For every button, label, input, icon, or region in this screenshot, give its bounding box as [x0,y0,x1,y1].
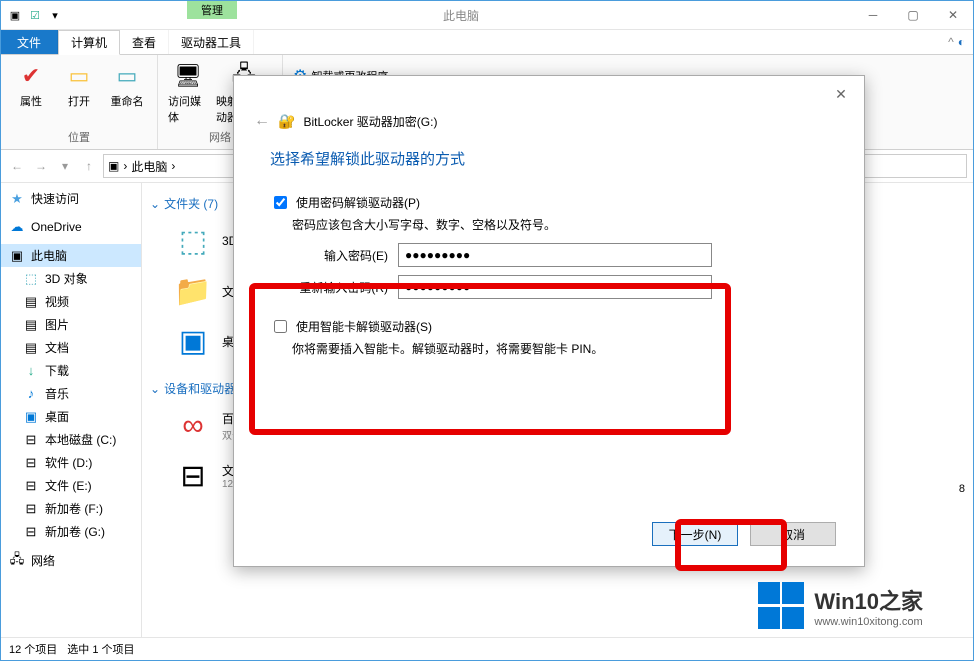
desktop-icon: ▣ [172,320,214,362]
watermark-brand: Win10之家 [814,584,923,616]
sidebar-item-video[interactable]: ▤视频 [1,290,141,313]
media-icon: 🖥 [174,61,202,91]
music-icon: ♪ [23,386,39,402]
tab-drivetools[interactable]: 驱动器工具 [169,30,254,54]
folder-icon: ⬚ [172,220,214,262]
rename-icon: ▭ [117,61,138,91]
open-icon: ▭ [69,61,90,91]
picture-icon: ▤ [23,317,39,333]
doc-icon: ▤ [23,340,39,356]
nav-recent[interactable]: ▾ [55,156,75,176]
nav-back[interactable]: ← [7,156,27,176]
unlock-smartcard-label[interactable]: 使用智能卡解锁驱动器(S) [296,318,432,335]
password-confirm-input[interactable] [398,275,712,299]
bitlocker-dialog: ✕ ← 🔐 BitLocker 驱动器加密(G:) 选择希望解锁此驱动器的方式 … [233,75,865,567]
status-selected: 选中 1 个项目 [67,641,134,657]
ribbon-group-network: 网络 [209,129,231,145]
minimize-button[interactable]: ─ [853,1,893,29]
download-icon: ↓ [23,363,39,379]
sidebar-item-onedrive[interactable]: ☁OneDrive [1,216,141,238]
drive-icon: ⊟ [23,524,39,540]
unlock-password-checkbox[interactable] [274,196,287,209]
password-label: 输入密码(E) [292,247,388,264]
divider-icon: ▾ [47,7,63,23]
sidebar-item-fdrive[interactable]: ⊟新加卷 (F:) [1,497,141,520]
drive-icon: ⊟ [23,455,39,471]
unlock-password-label[interactable]: 使用密码解锁驱动器(P) [296,194,420,211]
cloud-icon: ☁ [9,219,25,235]
desktop-icon: ▣ [23,409,39,425]
cube-icon: ⬚ [23,271,39,287]
dialog-back-icon[interactable]: ← [254,112,270,130]
watermark-url: www.win10xitong.com [814,616,923,628]
tab-view[interactable]: 查看 [120,30,169,54]
drive-icon: ⊟ [23,501,39,517]
sidebar-item-desktop[interactable]: ▣桌面 [1,405,141,428]
next-button[interactable]: 下一步(N) [652,522,738,546]
sidebar-item-3d[interactable]: ⬚3D 对象 [1,267,141,290]
folder-icon: 📁 [172,270,214,312]
sidebar: ★快速访问 ☁OneDrive ▣此电脑 ⬚3D 对象 ▤视频 ▤图片 ▤文档 … [1,183,142,643]
pc-icon: ▣ [9,248,25,264]
help-icon[interactable]: ◐ [958,35,965,49]
size-more: 8 [959,483,965,495]
sidebar-item-music[interactable]: ♪音乐 [1,382,141,405]
video-icon: ▤ [23,294,39,310]
ribbon-group-location: 位置 [68,129,90,145]
dialog-heading: 选择希望解锁此驱动器的方式 [270,148,828,169]
password-hint: 密码应该包含大小写字母、数字、空格以及符号。 [292,216,828,233]
status-count: 12 个项目 [9,641,57,657]
drive-icon: ⊟ [172,455,214,497]
cancel-button[interactable]: 取消 [750,522,836,546]
sidebar-item-gdrive[interactable]: ⊟新加卷 (G:) [1,520,141,543]
password-confirm-label: 重新输入密码(R) [292,279,388,296]
properties-icon: ✔ [22,61,40,91]
nav-fwd[interactable]: → [31,156,51,176]
windows-logo-icon [758,582,806,630]
sidebar-item-cdrive[interactable]: ⊟本地磁盘 (C:) [1,428,141,451]
tab-computer[interactable]: 计算机 [58,30,120,55]
ribbon-media[interactable]: 🖥访问媒体 [166,59,210,127]
ribbon-properties[interactable]: ✔属性 [9,59,53,111]
tab-manage[interactable]: 管理 [187,1,237,19]
sidebar-item-quick[interactable]: ★快速访问 [1,187,141,210]
tab-file[interactable]: 文件 [1,30,58,54]
pc-small-icon: ▣ [108,159,119,173]
drive-icon: ⊟ [23,432,39,448]
baidu-icon: ∞ [172,405,214,447]
dialog-title: BitLocker 驱动器加密(G:) [303,113,437,130]
drive-icon: ⊟ [23,478,39,494]
chevron-down-icon: ⌄ [150,197,160,211]
star-icon: ★ [9,191,25,207]
dialog-close-button[interactable]: ✕ [826,82,856,106]
sidebar-item-pictures[interactable]: ▤图片 [1,313,141,336]
smartcard-hint: 你将需要插入智能卡。解锁驱动器时，将需要智能卡 PIN。 [292,340,828,357]
sidebar-item-ddrive[interactable]: ⊟软件 (D:) [1,451,141,474]
unlock-smartcard-checkbox[interactable] [274,320,287,333]
network-icon: 🖧 [9,553,25,569]
sidebar-item-edrive[interactable]: ⊟文件 (E:) [1,474,141,497]
maximize-button[interactable]: ▢ [893,1,933,29]
chevron-down-icon: ⌄ [150,382,160,396]
sidebar-item-docs[interactable]: ▤文档 [1,336,141,359]
ribbon-open[interactable]: ▭打开 [57,59,101,111]
breadcrumb-root[interactable]: 此电脑 [131,158,167,175]
pc-icon: ▣ [7,7,23,23]
sidebar-item-downloads[interactable]: ↓下载 [1,359,141,382]
nav-up[interactable]: ↑ [79,156,99,176]
checkbox-icon[interactable]: ☑ [27,7,43,23]
watermark: Win10之家 www.win10xitong.com [758,582,923,630]
password-input[interactable] [398,243,712,267]
sidebar-item-thispc[interactable]: ▣此电脑 [1,244,141,267]
chevron-up-icon[interactable]: ^ [948,35,954,49]
ribbon-rename[interactable]: ▭重命名 [105,59,149,111]
lock-icon: 🔐 [278,113,295,130]
sidebar-item-network[interactable]: 🖧网络 [1,549,141,572]
close-button[interactable]: ✕ [933,1,973,29]
